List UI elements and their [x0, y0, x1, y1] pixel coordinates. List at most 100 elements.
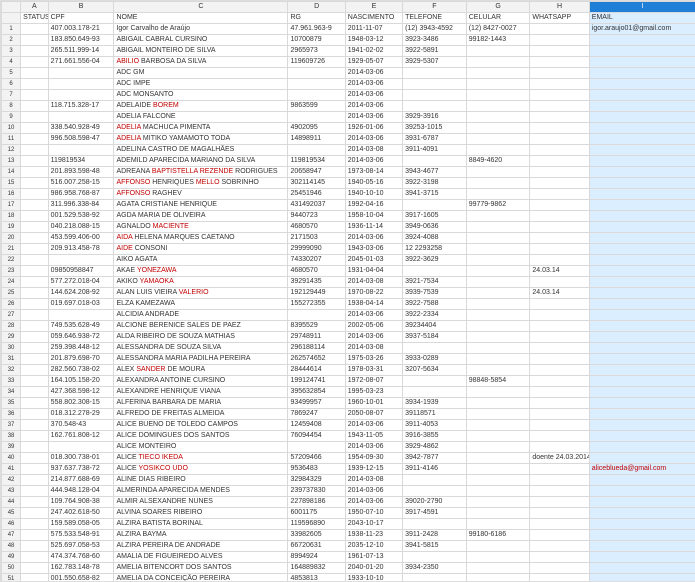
cell-B23[interactable]: 09850958847: [48, 266, 114, 277]
cell-E42[interactable]: 2014-03-08: [345, 475, 402, 486]
cell-A40[interactable]: [21, 453, 49, 464]
cell-D26[interactable]: 155272355: [288, 299, 345, 310]
cell-A9[interactable]: [21, 112, 49, 123]
row-header[interactable]: 19: [2, 222, 21, 233]
cell-F28[interactable]: 39234404: [403, 321, 467, 332]
cell-B45[interactable]: 247.402.618-50: [48, 508, 114, 519]
cell-E22[interactable]: 2045-01-03: [345, 255, 402, 266]
cell-A27[interactable]: [21, 310, 49, 321]
cell-I10[interactable]: [589, 123, 695, 134]
cell-I32[interactable]: [589, 365, 695, 376]
row-header[interactable]: 33: [2, 376, 21, 387]
cell-D11[interactable]: 14898911: [288, 134, 345, 145]
cell-B11[interactable]: 996.508.598-47: [48, 134, 114, 145]
cell-H8[interactable]: [530, 101, 589, 112]
table-row[interactable]: 29059.646.938-72ALDA RIBEIRO DE SOUZA MA…: [2, 332, 695, 343]
cell-A51[interactable]: [21, 574, 49, 582]
cell-F31[interactable]: 3933-0289: [403, 354, 467, 365]
cell-B26[interactable]: 019.697.018-03: [48, 299, 114, 310]
cell-I28[interactable]: [589, 321, 695, 332]
row-header[interactable]: 10: [2, 123, 21, 134]
cell-I45[interactable]: [589, 508, 695, 519]
cell-D23[interactable]: 4680570: [288, 266, 345, 277]
cell-E28[interactable]: 2002-05-06: [345, 321, 402, 332]
table-row[interactable]: 9ADELIA FALCONE2014-03-063929-3916: [2, 112, 695, 123]
cell-I39[interactable]: [589, 442, 695, 453]
cell-E20[interactable]: 2014-03-06: [345, 233, 402, 244]
cell-B13[interactable]: 119819534: [48, 156, 114, 167]
cell-C3[interactable]: ABIGAIL MONTEIRO DE SILVA: [114, 46, 288, 57]
cell-D10[interactable]: 4902095: [288, 123, 345, 134]
cell-C51[interactable]: AMELIA DA CONCEIÇÃO PEREIRA: [114, 574, 288, 582]
col-header-G[interactable]: G: [466, 2, 530, 13]
cell-D42[interactable]: 32984329: [288, 475, 345, 486]
cell-G14[interactable]: [466, 167, 530, 178]
cell-A3[interactable]: [21, 46, 49, 57]
cell-H25[interactable]: 24.03.14: [530, 288, 589, 299]
row-header[interactable]: 5: [2, 68, 21, 79]
row-header[interactable]: 11: [2, 134, 21, 145]
cell-G50[interactable]: [466, 563, 530, 574]
cell-E49[interactable]: 1961-07-13: [345, 552, 402, 563]
cell-F46[interactable]: [403, 519, 467, 530]
cell-D28[interactable]: 8395529: [288, 321, 345, 332]
cell-E47[interactable]: 1938-11-23: [345, 530, 402, 541]
cell-D2[interactable]: 10700879: [288, 35, 345, 46]
cell-F3[interactable]: 3922-5891: [403, 46, 467, 57]
cell-F7[interactable]: [403, 90, 467, 101]
cell-D22[interactable]: 74330207: [288, 255, 345, 266]
cell-F8[interactable]: [403, 101, 467, 112]
col-header-F[interactable]: F: [403, 2, 467, 13]
cell-B16[interactable]: 986.958.768-87: [48, 189, 114, 200]
cell-B8[interactable]: 118.715.328-17: [48, 101, 114, 112]
cell-I37[interactable]: [589, 420, 695, 431]
cell-H48[interactable]: [530, 541, 589, 552]
table-row[interactable]: 6ADC IMPE2014-03-06: [2, 79, 695, 90]
cell-C33[interactable]: ALEXANDRA ANTOINE CURSINO: [114, 376, 288, 387]
cell-C35[interactable]: ALFERINA BARBARA DE MARIA: [114, 398, 288, 409]
cell-C2[interactable]: ABIGAIL CABRAL CURSINO: [114, 35, 288, 46]
row-header[interactable]: 32: [2, 365, 21, 376]
cell-D18[interactable]: 9440723: [288, 211, 345, 222]
row-header[interactable]: 23: [2, 266, 21, 277]
table-row[interactable]: 17311.996.338-84AGATA CRISTIANE HENRIQUE…: [2, 200, 695, 211]
table-row[interactable]: 50162.783.148-78AMELIA BITENCORT DOS SAN…: [2, 563, 695, 574]
table-row[interactable]: 41937.637.738-72ALICE YOSIKCO UDO9536483…: [2, 464, 695, 475]
table-row[interactable]: 2183.850.649-93ABIGAIL CABRAL CURSINO107…: [2, 35, 695, 46]
table-row[interactable]: 22AIKO AGATA743302072045-01-033922-3629: [2, 255, 695, 266]
cell-C27[interactable]: ALCIDIA ANDRADE: [114, 310, 288, 321]
row-header[interactable]: 13: [2, 156, 21, 167]
cell-B30[interactable]: 259.398.448-12: [48, 343, 114, 354]
cell-A33[interactable]: [21, 376, 49, 387]
cell-H3[interactable]: [530, 46, 589, 57]
cell-F41[interactable]: 3911-4146: [403, 464, 467, 475]
cell-C9[interactable]: ADELIA FALCONE: [114, 112, 288, 123]
table-row[interactable]: 8118.715.328-17ADELAIDE BOREM98635992014…: [2, 101, 695, 112]
cell-G13[interactable]: 8849-4620: [466, 156, 530, 167]
cell-G2[interactable]: 99182-1443: [466, 35, 530, 46]
cell-C32[interactable]: ALEX SANDER DE MOURA: [114, 365, 288, 376]
cell-D19[interactable]: 4680570: [288, 222, 345, 233]
cell-C40[interactable]: ALICE TIECO IKEDA: [114, 453, 288, 464]
table-row[interactable]: 43444.948.128-04ALMERINDA APARECIDA MEND…: [2, 486, 695, 497]
table-row[interactable]: 27ALCIDIA ANDRADE2014-03-063922-2334: [2, 310, 695, 321]
cell-G36[interactable]: [466, 409, 530, 420]
cell-H49[interactable]: [530, 552, 589, 563]
cell-C7[interactable]: ADC MONSANTO: [114, 90, 288, 101]
cell-A45[interactable]: [21, 508, 49, 519]
cell-E11[interactable]: 2014-03-06: [345, 134, 402, 145]
cell-B51[interactable]: 001.550.658-82: [48, 574, 114, 582]
row-header[interactable]: 2: [2, 35, 21, 46]
col-header-D[interactable]: D: [288, 2, 345, 13]
table-row[interactable]: 12ADELINA CASTRO DE MAGALHÃES2014-03-083…: [2, 145, 695, 156]
cell-F20[interactable]: 3924-4088: [403, 233, 467, 244]
row-header[interactable]: 9: [2, 112, 21, 123]
cell-D49[interactable]: 8994924: [288, 552, 345, 563]
cell-C38[interactable]: ALICE DOMINGUES DOS SANTOS: [114, 431, 288, 442]
row-header[interactable]: 49: [2, 552, 21, 563]
cell-H43[interactable]: [530, 486, 589, 497]
cell-H26[interactable]: [530, 299, 589, 310]
cell-G24[interactable]: [466, 277, 530, 288]
cell-F36[interactable]: 39118571: [403, 409, 467, 420]
cell-G19[interactable]: [466, 222, 530, 233]
